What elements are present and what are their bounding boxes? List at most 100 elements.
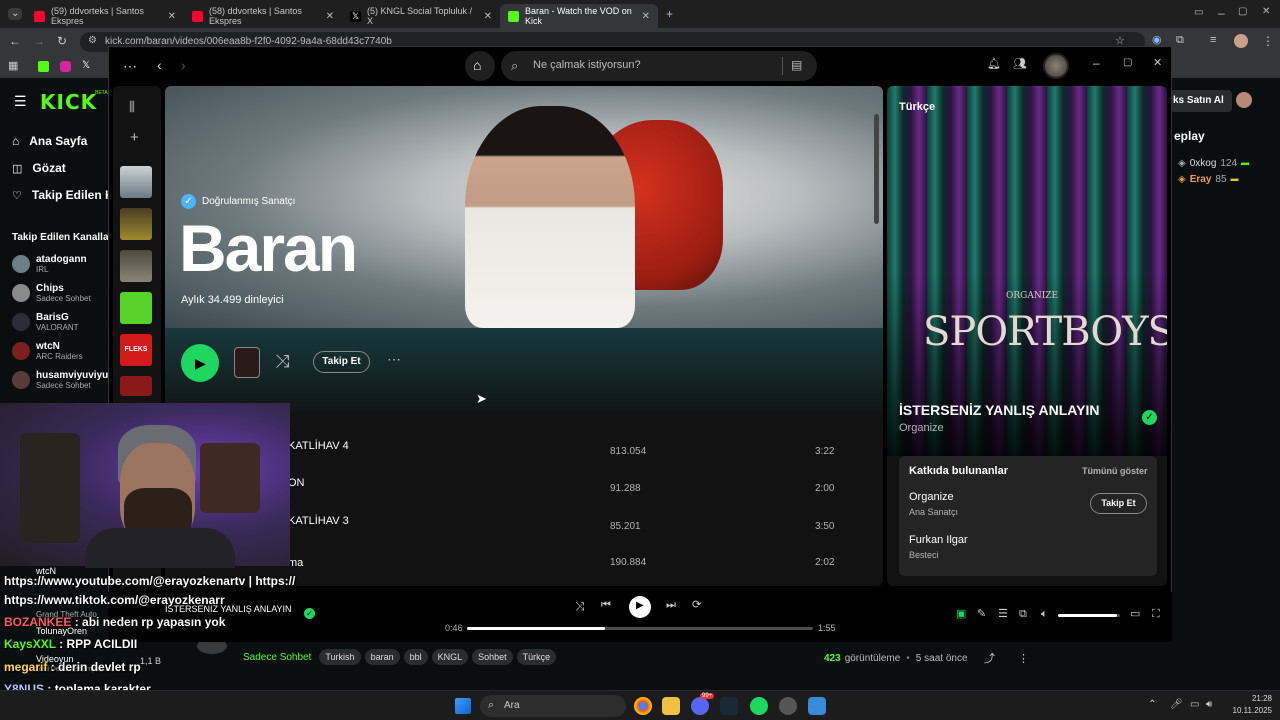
progress-bar[interactable] <box>467 627 813 630</box>
now-playing-view-icon[interactable]: ▣ <box>956 609 966 620</box>
buy-kicks-button[interactable]: ks Satın Al <box>1170 90 1232 112</box>
extension-icon[interactable]: ◉ <box>1152 35 1162 46</box>
discord-icon[interactable] <box>691 697 709 715</box>
network-icon[interactable]: ▭ <box>1190 700 1199 710</box>
volume-icon[interactable]: 🔈︎ <box>1041 609 1048 620</box>
photos-icon[interactable] <box>808 697 826 715</box>
tag-pill[interactable]: Sohbet <box>472 649 513 665</box>
clock-time[interactable]: 21:28 <box>1226 694 1272 703</box>
credit-name[interactable]: Furkan Ilgar <box>909 534 968 546</box>
lyrics-icon[interactable]: ✎ <box>977 609 986 620</box>
back-icon[interactable]: ← <box>9 35 21 47</box>
kick-bookmark-icon[interactable] <box>38 61 49 72</box>
play-pause-button[interactable]: ▶ <box>629 596 651 618</box>
tag-pill[interactable]: Turkish <box>319 649 361 665</box>
nav-following[interactable]: ♡ Takip Edilen K <box>12 188 114 202</box>
connect-device-icon[interactable]: ⧉ <box>1019 609 1027 620</box>
maximize-icon[interactable]: ▢ <box>1123 58 1132 68</box>
nav-home[interactable]: ⌂ Ana Sayfa <box>12 134 87 148</box>
shuffle-icon[interactable]: ⤨ <box>275 352 289 370</box>
volume-slider[interactable] <box>1058 614 1120 617</box>
library-item[interactable] <box>120 376 152 396</box>
minimize-icon[interactable]: – <box>1093 57 1100 69</box>
follow-button[interactable]: Takip Et <box>313 351 370 373</box>
home-button[interactable]: ⌂ <box>465 51 495 81</box>
followed-channel[interactable]: BarisG VALORANT <box>12 312 79 332</box>
browser-tab[interactable]: (58) ddvorteks | Santos Ekspres ✕ <box>184 4 342 28</box>
instagram-bookmark-icon[interactable] <box>60 61 71 72</box>
apps-grid-icon[interactable]: ▦ <box>8 61 18 72</box>
app-icon[interactable] <box>779 697 797 715</box>
steam-icon[interactable] <box>720 697 738 715</box>
fullscreen-icon[interactable]: ⛶ <box>1152 609 1160 620</box>
previous-icon[interactable]: ⏮︎ <box>601 600 611 611</box>
saved-check-icon[interactable]: ✓ <box>1142 410 1157 425</box>
profile-avatar[interactable] <box>1234 34 1248 48</box>
add-icon[interactable]: + <box>130 130 139 145</box>
spotify-icon[interactable] <box>750 697 768 715</box>
shuffle-icon[interactable]: ⤨ <box>575 600 585 612</box>
maximize-icon[interactable]: ▢ <box>1238 7 1247 17</box>
more-options-icon[interactable]: ⋮ <box>1018 654 1029 665</box>
miniplayer-icon[interactable]: ▭ <box>1130 609 1140 620</box>
close-icon[interactable]: ✕ <box>326 11 334 22</box>
saved-check-icon[interactable]: ✓ <box>304 608 315 619</box>
library-icon[interactable]: ⫼ <box>129 100 135 113</box>
scrollbar[interactable] <box>874 114 879 224</box>
user-avatar[interactable] <box>1236 92 1252 108</box>
new-tab-icon[interactable]: + <box>666 8 673 20</box>
close-icon[interactable]: ✕ <box>484 11 492 22</box>
followed-channel[interactable]: atadogann IRL <box>12 254 87 274</box>
play-button[interactable]: ▶ <box>181 344 219 382</box>
library-item[interactable] <box>120 292 152 324</box>
followed-channel[interactable]: wtcN ARC Raiders <box>12 341 83 361</box>
tag-pill[interactable]: Türkçe <box>516 649 557 665</box>
repeat-icon[interactable]: ⟳ <box>692 600 701 611</box>
close-icon[interactable]: ✕ <box>642 11 650 22</box>
category-link[interactable]: Sadece Sohbet <box>243 652 311 663</box>
reload-icon[interactable]: ↻ <box>57 35 67 47</box>
browser-tab-active[interactable]: Baran - Watch the VOD on Kick ✕ <box>500 4 658 28</box>
library-item[interactable] <box>120 166 152 198</box>
friends-icon[interactable]: 👥︎ <box>1013 59 1027 70</box>
minimize-icon[interactable]: – <box>1218 7 1225 19</box>
file-explorer-icon[interactable] <box>662 697 680 715</box>
browser-tab[interactable]: (59) ddvorteks | Santos Ekspres ✕ <box>26 4 184 28</box>
start-windows-icon[interactable] <box>455 698 471 714</box>
panel-song-title[interactable]: İSTERSENİZ YANLIŞ ANLAYIN <box>899 402 1099 418</box>
taskbar-search[interactable]: ⌕ Ara <box>480 695 626 717</box>
bell-icon[interactable]: 🔔︎ <box>987 59 1001 70</box>
x-bookmark-icon[interactable]: 𝕏 <box>82 61 90 71</box>
next-icon[interactable]: ⏭︎ <box>666 600 676 611</box>
search-bar[interactable]: ⌕ Ne çalmak istiyorsun? ▤ <box>501 51 817 81</box>
close-icon[interactable]: ✕ <box>1153 58 1162 69</box>
tag-pill[interactable]: bbl <box>403 649 428 665</box>
chrome-icon[interactable] <box>634 697 652 715</box>
forward-icon[interactable]: → <box>33 35 45 47</box>
kick-logo[interactable]: KICK <box>40 90 97 114</box>
back-arrow-icon[interactable]: ‹ <box>157 58 162 72</box>
credit-name[interactable]: Organize <box>909 491 954 503</box>
share-icon[interactable]: ⤴ <box>984 654 995 665</box>
nav-browse[interactable]: ◫ Gözat <box>12 161 66 175</box>
menu-dots-icon[interactable]: ⋯ <box>123 59 137 73</box>
menu-dots-icon[interactable]: ⋮ <box>1262 35 1274 47</box>
hamburger-menu-icon[interactable]: ☰ <box>14 94 27 108</box>
followed-channel[interactable]: Chips Sadece Sohbet <box>12 283 91 303</box>
window-icon[interactable]: ▭ <box>1194 8 1203 18</box>
forward-arrow-icon[interactable]: › <box>181 58 186 72</box>
tag-pill[interactable]: KNGL <box>431 649 469 665</box>
site-info-icon[interactable]: ⚙ <box>88 36 97 46</box>
follow-button[interactable]: Takip Et <box>1090 493 1147 514</box>
clock-date[interactable]: 10.11.2025 <box>1222 706 1272 715</box>
browse-icon[interactable]: ▤ <box>791 59 802 71</box>
volume-icon[interactable]: 🔊︎ <box>1206 700 1212 710</box>
panel-artist-name[interactable]: Organize <box>899 422 944 434</box>
tag-pill[interactable]: baran <box>364 649 400 665</box>
user-avatar[interactable] <box>1043 53 1069 79</box>
microphone-icon[interactable]: 🎤︎ <box>1170 700 1183 710</box>
preview-thumbnail[interactable] <box>234 347 260 378</box>
followed-channel[interactable]: husamviyuviyu Sadece Sohbet <box>12 370 108 390</box>
show-all-link[interactable]: Tümünü göster <box>1082 466 1148 476</box>
tray-chevron-icon[interactable]: ⌃ <box>1148 700 1156 710</box>
